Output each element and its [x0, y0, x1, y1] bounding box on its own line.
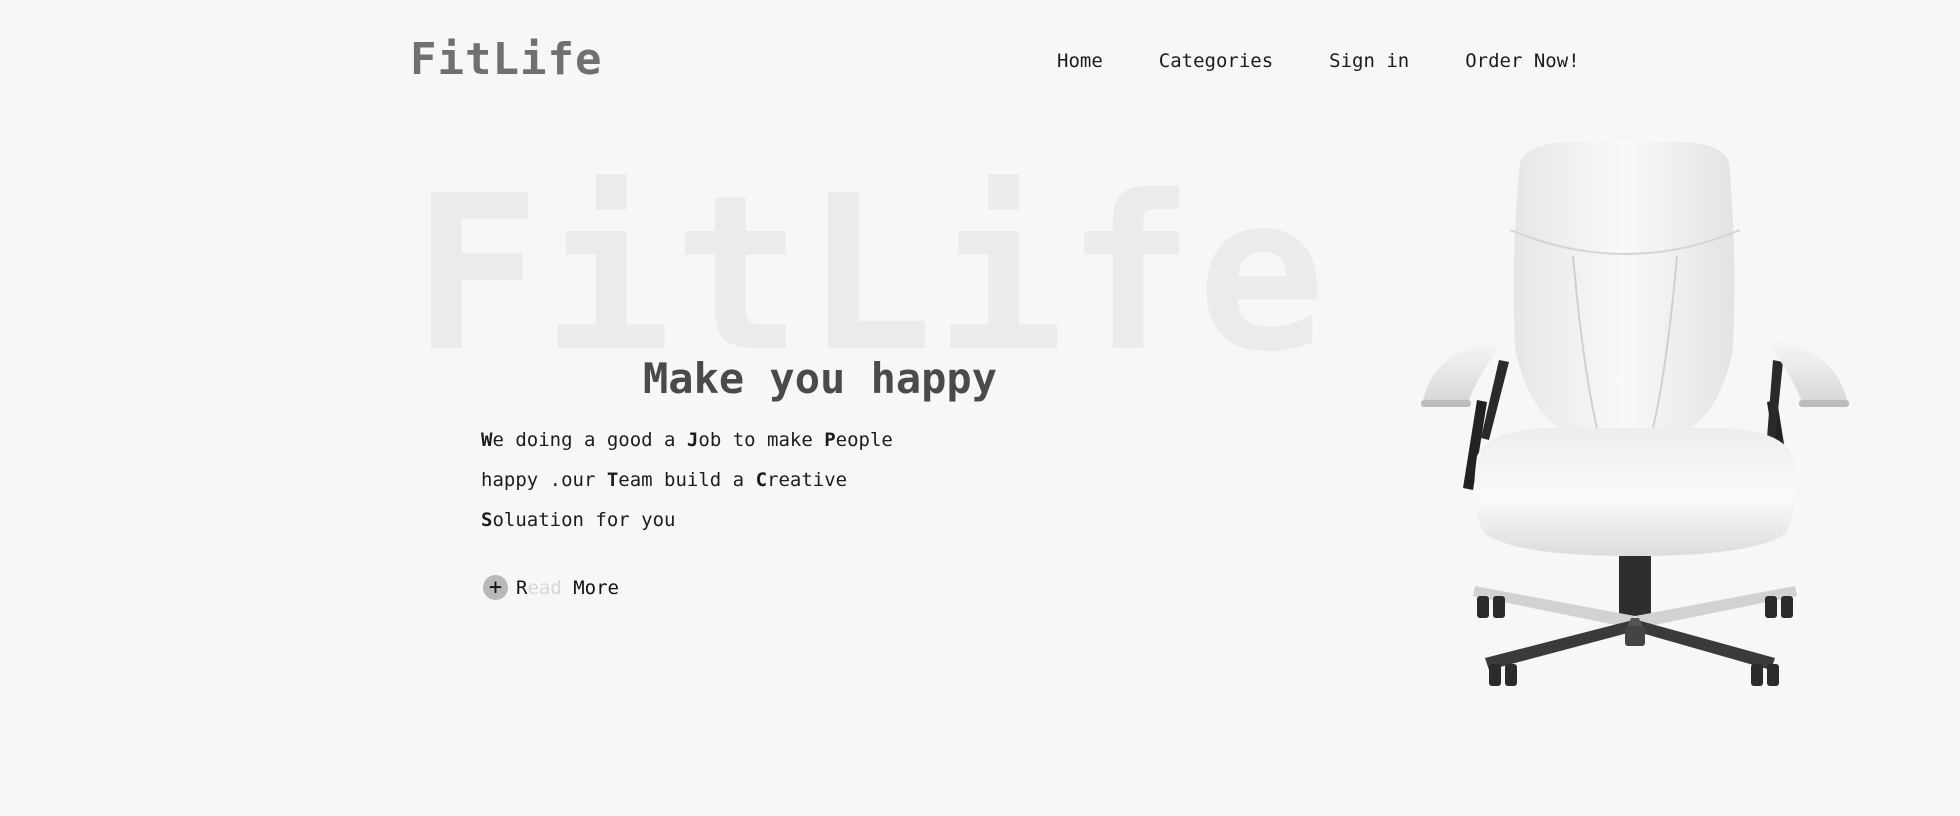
- desc-cap-2: J: [686, 429, 699, 451]
- desc-cap-3: P: [824, 429, 836, 451]
- desc-text-2: ob to make: [698, 429, 825, 451]
- desc-text-1: e doing a good a: [492, 429, 687, 451]
- hero-description: We doing a good a Job to make People hap…: [481, 420, 941, 540]
- background-watermark: FitLife: [412, 150, 1328, 399]
- read-more-button[interactable]: + Read More: [483, 575, 619, 600]
- hero-headline: Make you happy: [643, 354, 998, 403]
- main-nav: Home Categories Sign in Order Now!: [1057, 50, 1636, 72]
- desc-text-6: oluation for you: [492, 509, 676, 531]
- logo[interactable]: FitLife: [410, 34, 602, 85]
- nav-order-now[interactable]: Order Now!: [1465, 50, 1579, 72]
- desc-text-4: eam build a: [618, 469, 756, 491]
- desc-cap-1: W: [481, 429, 493, 451]
- read-more-part3: More: [561, 576, 619, 599]
- plus-icon: +: [483, 575, 508, 600]
- nav-categories[interactable]: Categories: [1159, 50, 1273, 72]
- read-more-part1: R: [516, 576, 528, 599]
- desc-cap-5: C: [755, 469, 768, 491]
- nav-home[interactable]: Home: [1057, 50, 1103, 72]
- read-more-part2: ead: [527, 576, 562, 599]
- desc-cap-6: S: [481, 509, 493, 531]
- nav-sign-in[interactable]: Sign in: [1329, 50, 1409, 72]
- desc-text-5: reative: [767, 469, 848, 491]
- read-more-label: Read More: [516, 577, 619, 599]
- chair-image: [1421, 142, 1849, 686]
- desc-cap-4: T: [606, 469, 619, 491]
